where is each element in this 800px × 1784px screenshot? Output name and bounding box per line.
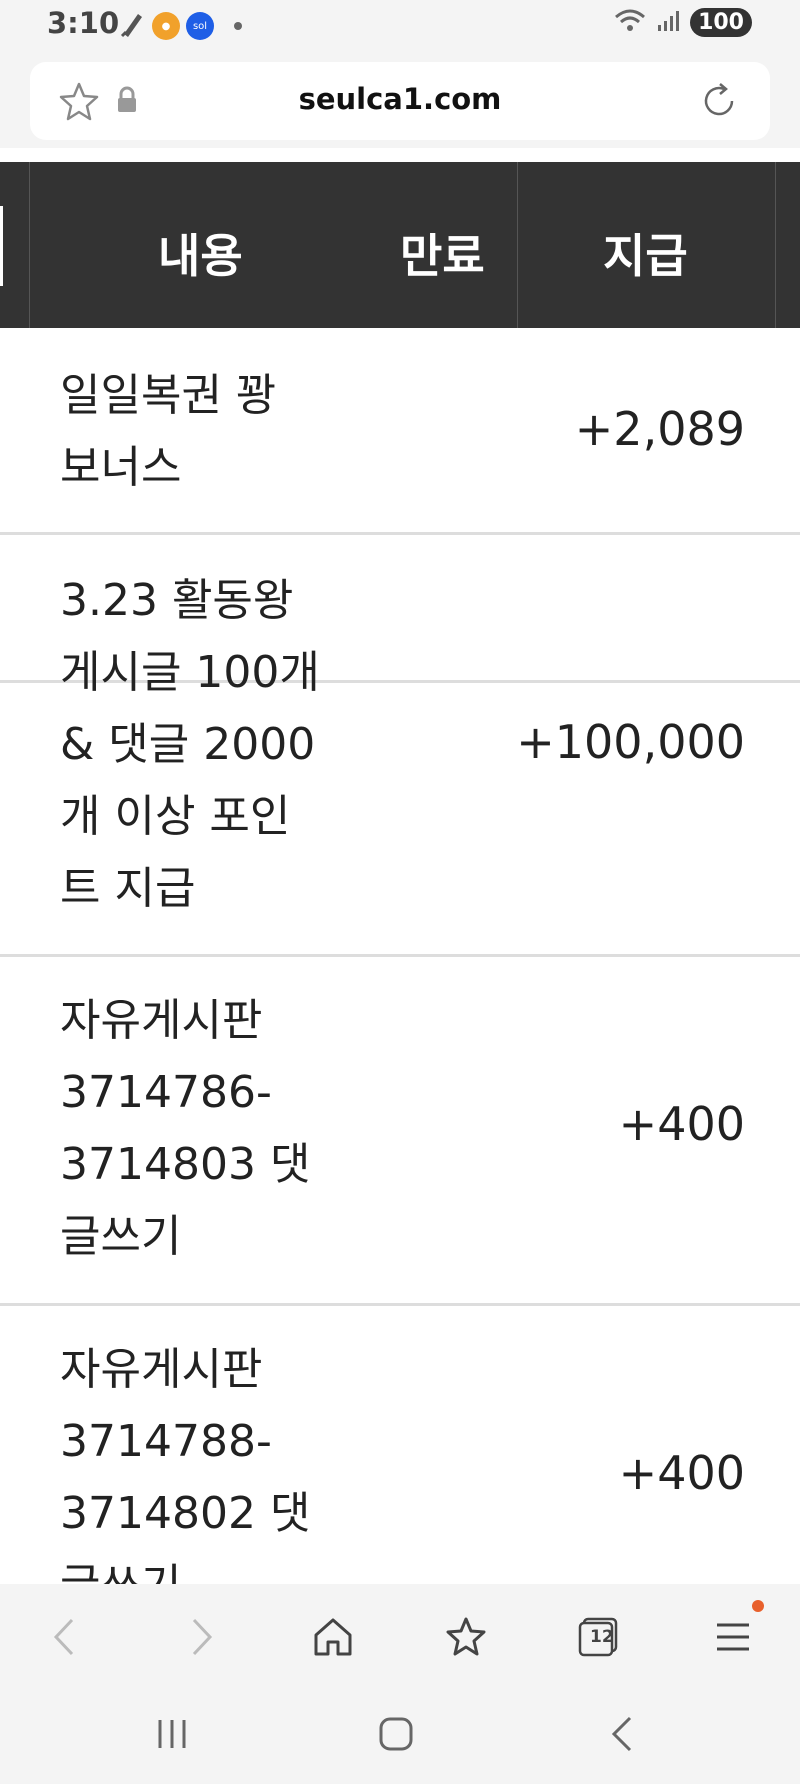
row-content-line: 3.23 활동왕 <box>60 575 294 626</box>
signal-icon <box>656 9 680 37</box>
notification-dot <box>234 22 242 30</box>
table-row: 3.23 활동왕 게시글 100개 & 댓글 2000 개 이상 포인 트 지급… <box>0 535 800 955</box>
row-amount: +400 <box>618 1097 745 1151</box>
status-bar: 3:10 ● sol 100 <box>0 0 800 50</box>
row-content-line: 트 지급 <box>60 863 196 914</box>
table-row: 자유게시판 3714786- 3714803 댓 글쓰기 +400 <box>0 957 800 1305</box>
row-content-line: & 댓글 2000 <box>60 719 316 770</box>
tabs-button[interactable]: 12 <box>574 1612 624 1662</box>
row-amount: +400 <box>618 1446 745 1500</box>
row-content-line: 자유게시판 <box>60 995 263 1046</box>
row-content-line: 개 이상 포인 <box>60 791 291 842</box>
tabs-count: 12 <box>590 1627 614 1647</box>
row-content-line: 3714803 댓 <box>60 1139 311 1190</box>
row-content-line: 글쓰기 <box>60 1211 182 1262</box>
table-body: 3.23 활동왕 게시글 100개 & 댓글 2000 개 이상 포인 트 지급… <box>0 148 800 1584</box>
notification-icons: ● sol <box>120 10 242 42</box>
home-icon[interactable] <box>308 1612 358 1662</box>
back-icon[interactable] <box>40 1612 90 1662</box>
table-row: 자유게시판 3714788- 3714802 댓 글쓰기 +400 <box>0 1306 800 1584</box>
url-text[interactable]: seulca1.com <box>30 82 770 116</box>
row-content: 자유게시판 3714786- 3714803 댓 글쓰기 <box>60 985 350 1273</box>
menu-icon[interactable] <box>708 1600 764 1662</box>
row-content: 자유게시판 3714788- 3714802 댓 글쓰기 <box>60 1334 350 1584</box>
row-amount: +100,000 <box>516 715 745 769</box>
system-icons: 100 <box>614 8 752 37</box>
row-content: 3.23 활동왕 게시글 100개 & 댓글 2000 개 이상 포인 트 지급 <box>60 565 350 925</box>
battery-indicator: 100 <box>690 8 752 37</box>
browser-toolbar: 12 <box>0 1584 800 1684</box>
row-content-line: 3714802 댓 <box>60 1488 311 1539</box>
address-bar[interactable]: seulca1.com <box>30 62 770 140</box>
super-sol-icon: sol <box>186 12 214 40</box>
row-content-line: 3714788- <box>60 1416 272 1467</box>
row-content-line: 게시글 100개 <box>60 647 320 698</box>
system-navigation <box>0 1684 800 1784</box>
home-system-icon[interactable] <box>376 1714 416 1758</box>
status-time: 3:10 <box>47 6 120 40</box>
menu-notification-dot <box>752 1600 764 1612</box>
wifi-icon <box>614 9 646 37</box>
reload-icon[interactable] <box>698 80 740 126</box>
row-content-line: 글쓰기 <box>60 1550 350 1584</box>
row-spacer <box>0 148 800 532</box>
bookmarks-icon[interactable] <box>442 1612 492 1662</box>
app-icon: ● <box>152 12 180 40</box>
row-content-line: 3714786- <box>60 1067 272 1118</box>
recent-apps-icon[interactable] <box>152 1714 192 1758</box>
pen-icon <box>120 10 146 42</box>
forward-icon[interactable] <box>176 1612 226 1662</box>
back-system-icon[interactable] <box>604 1714 644 1758</box>
row-content-line: 자유게시판 <box>60 1344 263 1395</box>
